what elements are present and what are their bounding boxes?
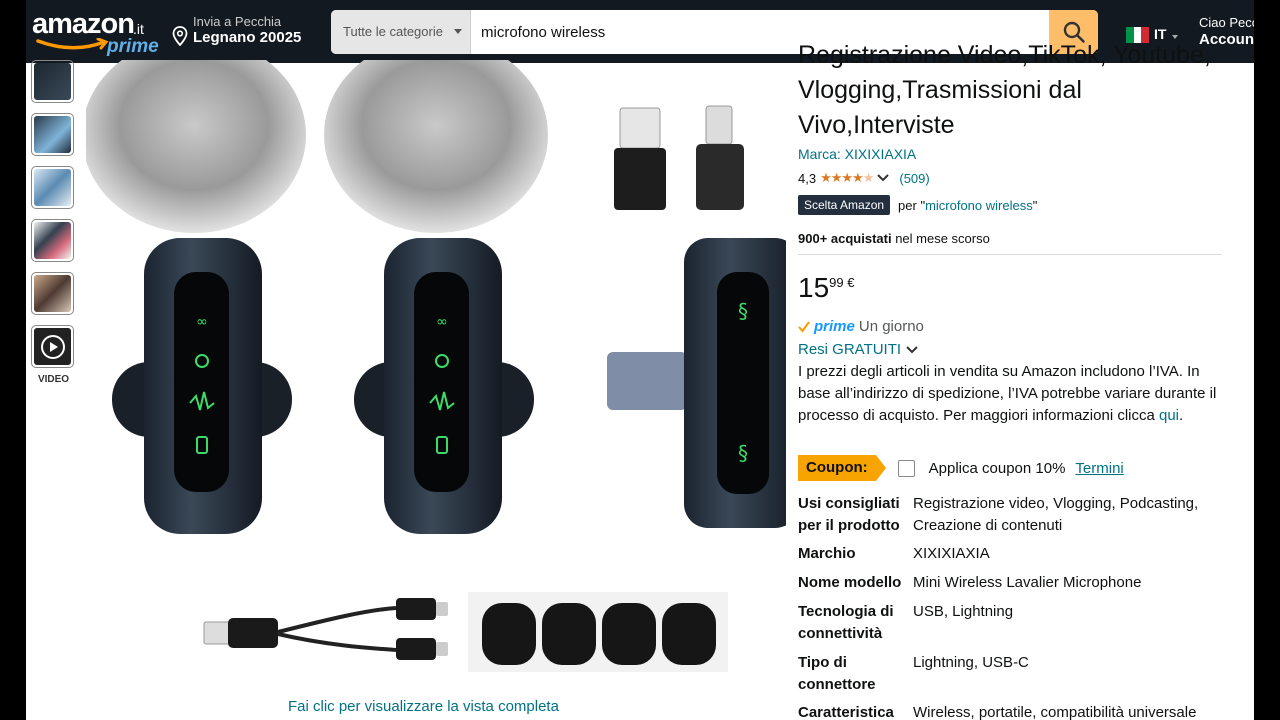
amazon-choice: Scelta Amazon per "microfono wireless" [798, 195, 1037, 215]
spec-key: Tipo di connettore [798, 654, 876, 693]
smile-icon [36, 38, 109, 50]
amazon-choice-badge: Scelta Amazon [798, 195, 891, 215]
coupon-text: Applica coupon 10% [928, 459, 1066, 477]
search-category-dropdown[interactable]: Tutte le categorie [331, 10, 471, 54]
spec-value: Mini Wireless Lavalier Microphone [913, 574, 1142, 591]
prime-check-icon [798, 320, 810, 333]
thumbnail-1[interactable] [31, 60, 74, 103]
vat-text: I prezzi degli articoli in vendita su Am… [798, 363, 1217, 424]
spec-value: Registrazione video, Vlogging, Podcastin… [913, 495, 1199, 534]
location-pin-icon [172, 26, 188, 46]
deliver-line1: Invia a Pecchia [193, 14, 282, 29]
vat-link[interactable]: qui [1159, 407, 1179, 424]
prime-label: prime [814, 318, 855, 335]
vat-notice: I prezzi degli articoli in vendita su Am… [798, 361, 1224, 427]
choice-keyword[interactable]: microfono wireless [925, 198, 1033, 213]
thumbnail-5[interactable] [31, 272, 74, 315]
spec-value: Lightning, USB-C [913, 654, 1029, 671]
coupon-checkbox[interactable] [897, 459, 915, 477]
page: amazon .it prime Invia a Pecchia Legnano… [26, 0, 1254, 720]
price-whole: 15 [798, 272, 830, 303]
vat-end: . [1179, 407, 1184, 424]
spec-key: Marchio [798, 545, 856, 562]
choice-for: per "microfono wireless" [898, 198, 1037, 213]
choice-suffix: " [1032, 197, 1038, 213]
foam-covers [468, 592, 728, 672]
mic-transmitter-2: ∞ [324, 37, 548, 534]
product-image-illustration: ∞ ∞ § § [82, 37, 799, 672]
rating-count[interactable]: (509) [899, 171, 929, 186]
product-info: Registrazione Video,TikTok, Youtube, Vlo… [798, 0, 1224, 720]
chevron-down-icon [906, 345, 918, 353]
play-icon [41, 335, 65, 359]
svg-text:§: § [738, 299, 748, 323]
coupon-tag: Coupon: [798, 455, 886, 481]
svg-text:§: § [738, 441, 748, 465]
spec-key: Usi consigliati per il prodotto [798, 495, 900, 534]
usb-c-receiver: § § [607, 238, 799, 528]
spec-key: Caratteristica [798, 704, 894, 720]
prime-delivery: prime Un giorno [798, 318, 924, 335]
chevron-down-icon [454, 29, 462, 34]
prime-delivery-time: Un giorno [858, 318, 924, 335]
bought-last-month: 900+ acquistati nel mese scorso [798, 231, 990, 246]
spec-key: Nome modello [798, 574, 902, 591]
spec-value: USB, Lightning [913, 603, 1014, 620]
price: 1599 € [798, 272, 854, 304]
chevron-down-icon [877, 174, 890, 182]
rating-value: 4,3 [798, 170, 817, 186]
charging-cable [203, 598, 448, 660]
divider [798, 254, 1222, 255]
bought-period: nel mese scorso [891, 231, 990, 246]
free-returns-label: Resi GRATUITI [798, 341, 902, 358]
thumbnail-2[interactable] [31, 113, 74, 156]
price-fraction: 99 € [829, 275, 855, 290]
search-category-label: Tutte le categorie [343, 24, 443, 39]
view-full-image-link[interactable]: Fai clic per visualizzare la vista compl… [288, 698, 559, 715]
deliver-line2: Legnano 20025 [193, 29, 302, 46]
spec-value: XIXIXIAXIA [913, 545, 990, 562]
choice-prefix: per " [898, 197, 926, 213]
spec-value: Wireless, portatile, compatibilità unive… [913, 704, 1197, 720]
svg-text:∞: ∞ [196, 314, 208, 330]
svg-text:∞: ∞ [436, 314, 448, 330]
spec-key: Tecnologia di connettività [798, 603, 894, 642]
thumbnail-video[interactable] [31, 325, 74, 368]
brand-link[interactable]: Marca: XIXIXIAXIA [798, 146, 916, 162]
mic-transmitter-1: ∞ [82, 37, 306, 534]
thumbnail-3[interactable] [31, 166, 74, 209]
coupon-terms-link[interactable]: Termini [1075, 460, 1123, 477]
free-returns[interactable]: Resi GRATUITI [798, 341, 918, 358]
amazon-prime-logo[interactable]: amazon .it prime [32, 8, 162, 58]
product-title: Registrazione Video,TikTok, Youtube, Vlo… [798, 41, 1211, 139]
video-label: VIDEO [37, 374, 70, 385]
rating-row[interactable]: 4,3 ★★★★★ (509) [798, 170, 930, 186]
logo-prime: prime [107, 36, 159, 57]
coupon-row: Coupon: Applica coupon 10% Termini [798, 455, 1124, 481]
main-product-image[interactable]: ∞ ∞ § § [82, 37, 799, 685]
usb-adapters [614, 105, 744, 210]
bought-count: 900+ acquistati [798, 231, 892, 246]
logo-tld: .it [133, 21, 144, 37]
star-rating-icon: ★★★★★ [820, 170, 874, 185]
thumbnail-4[interactable] [31, 219, 74, 262]
